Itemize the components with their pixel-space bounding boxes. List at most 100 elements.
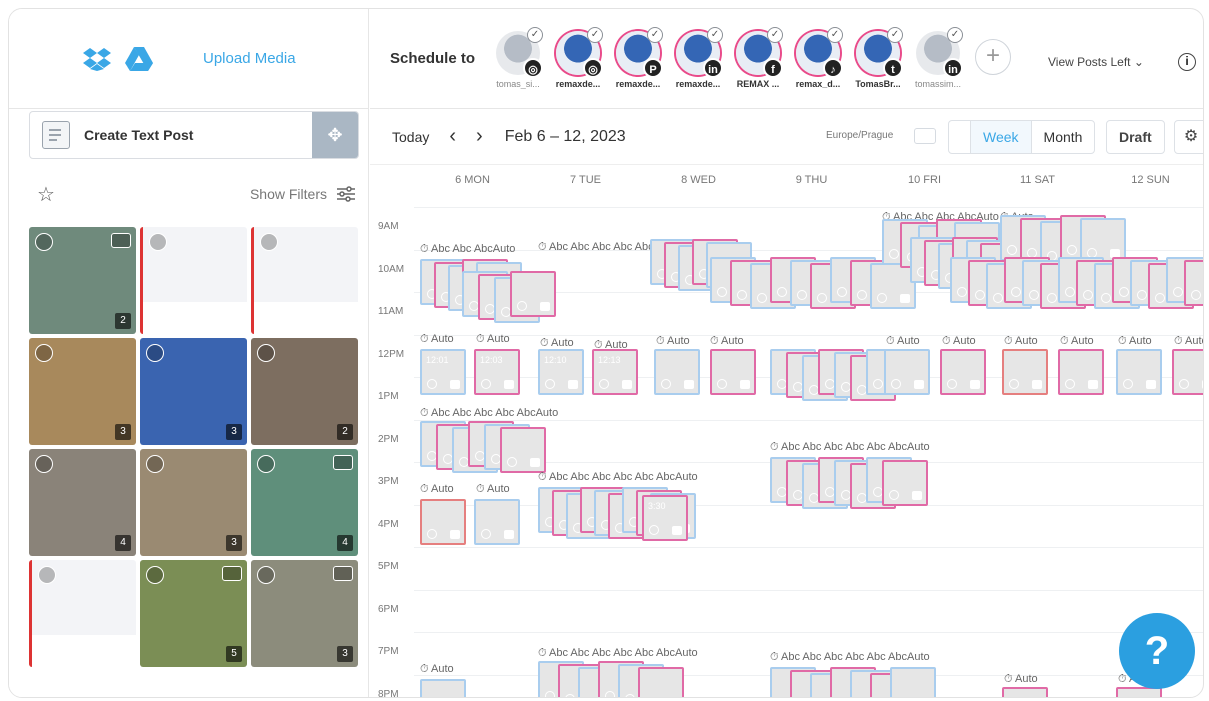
- scheduled-post-card[interactable]: [1172, 349, 1203, 395]
- media-tile[interactable]: 2: [251, 338, 358, 445]
- auto-icon: [837, 697, 847, 698]
- network-mini-icon: [540, 302, 550, 311]
- account-avatar[interactable]: ✓ in tomassim...: [910, 27, 966, 89]
- select-checkbox[interactable]: [35, 344, 53, 362]
- auto-schedule-label: ⏱ Auto: [1004, 673, 1038, 685]
- select-checkbox[interactable]: [149, 233, 167, 251]
- scheduled-post-card[interactable]: [884, 349, 930, 395]
- account-avatar[interactable]: ✓ f REMAX ...: [730, 27, 786, 89]
- hour-label: 2PM: [378, 433, 399, 445]
- draft-button[interactable]: Draft: [1106, 120, 1165, 154]
- scheduled-post-card[interactable]: [890, 667, 936, 697]
- today-button[interactable]: Today: [392, 129, 429, 145]
- create-text-post-button[interactable]: Create Text Post ✥: [29, 111, 359, 159]
- auto-icon: [427, 529, 437, 539]
- media-tile[interactable]: 3: [29, 338, 136, 445]
- auto-schedule-label: ⏱ Auto: [1004, 335, 1038, 347]
- scheduled-post-card[interactable]: 12:01: [420, 349, 466, 395]
- account-avatar[interactable]: ✓ t TomasBr...: [850, 27, 906, 89]
- favorites-star-icon[interactable]: ☆: [37, 182, 55, 207]
- usage-count: 3: [226, 535, 242, 551]
- scheduled-post-card[interactable]: [1058, 349, 1104, 395]
- hour-label: 10AM: [378, 263, 405, 275]
- hour-label: 6PM: [378, 603, 399, 615]
- account-avatar[interactable]: ✓ in remaxde...: [670, 27, 726, 89]
- scheduled-post-card[interactable]: [1116, 349, 1162, 395]
- scheduled-post-card[interactable]: [940, 349, 986, 395]
- media-tile[interactable]: [251, 227, 358, 334]
- google-drive-icon[interactable]: [125, 46, 153, 71]
- view-posts-left-label: View Posts Left: [1048, 55, 1131, 69]
- info-icon[interactable]: i: [1178, 53, 1196, 71]
- account-avatar[interactable]: ✓ Premaxde...: [610, 27, 666, 89]
- auto-schedule-label: ⏱ Abc Abc Abc Abc Abc AbcAuto: [770, 441, 930, 453]
- tab-month[interactable]: Month: [1030, 121, 1095, 153]
- dropbox-icon[interactable]: [83, 47, 111, 71]
- scheduled-post-card[interactable]: 12:03: [474, 349, 520, 395]
- add-account-button[interactable]: +: [975, 39, 1011, 75]
- select-checkbox[interactable]: [257, 344, 275, 362]
- auto-schedule-label: ⏱ Abc Abc Abc Abc AbcAuto: [420, 407, 559, 419]
- account-avatar[interactable]: ✓ ♪ remax_d...: [790, 27, 846, 89]
- auto-icon: [889, 249, 899, 259]
- scheduled-post-card[interactable]: [882, 460, 928, 506]
- prev-week-icon[interactable]: ‹: [449, 125, 456, 148]
- scheduled-post-card[interactable]: [1002, 349, 1048, 395]
- media-tile[interactable]: [140, 227, 247, 334]
- media-tile[interactable]: 3: [140, 338, 247, 445]
- check-icon: ✓: [707, 27, 723, 43]
- select-checkbox[interactable]: [257, 455, 275, 473]
- avatar: ✓ t: [856, 27, 903, 78]
- scheduled-post-card[interactable]: 3:30: [642, 495, 688, 541]
- scheduled-post-card[interactable]: [710, 349, 756, 395]
- select-checkbox[interactable]: [35, 233, 53, 251]
- auto-schedule-label: ⏱ Auto: [710, 335, 744, 347]
- upload-media-link[interactable]: Upload Media: [203, 50, 296, 67]
- scheduled-post-card[interactable]: [1002, 687, 1048, 697]
- auto-icon: [817, 293, 827, 303]
- drag-move-icon[interactable]: ✥: [312, 112, 358, 158]
- show-filters-button[interactable]: Show Filters: [250, 186, 355, 202]
- media-tile[interactable]: 2: [29, 227, 136, 334]
- view-posts-left-dropdown[interactable]: View Posts Left ⌄: [1048, 55, 1144, 69]
- media-tile[interactable]: 3: [251, 560, 358, 667]
- select-checkbox[interactable]: [35, 455, 53, 473]
- scheduled-post-card[interactable]: 12:10: [538, 349, 584, 395]
- auto-schedule-label: ⏱ Auto: [420, 663, 454, 675]
- media-tile[interactable]: [29, 560, 136, 667]
- media-tile[interactable]: 4: [29, 449, 136, 556]
- view-blank-option[interactable]: [949, 121, 971, 153]
- next-week-icon[interactable]: ›: [476, 125, 483, 148]
- auto-icon: [1065, 287, 1075, 297]
- select-checkbox[interactable]: [146, 344, 164, 362]
- scheduled-post-card[interactable]: [500, 427, 546, 473]
- network-mini-icon: [1146, 380, 1156, 389]
- usage-count: 3: [337, 646, 353, 662]
- scheduled-post-card[interactable]: [474, 499, 520, 545]
- account-avatar[interactable]: ✓ ◎ tomas_si...: [490, 27, 546, 89]
- scheduled-post-card[interactable]: [638, 667, 684, 697]
- gear-icon[interactable]: ⚙: [1174, 120, 1203, 154]
- auto-icon: [957, 287, 967, 297]
- select-checkbox[interactable]: [260, 233, 278, 251]
- media-tile[interactable]: 4: [251, 449, 358, 556]
- media-tile[interactable]: 5: [140, 560, 247, 667]
- timezone-toggle[interactable]: [914, 128, 936, 144]
- tab-week[interactable]: Week: [971, 121, 1031, 153]
- network-mini-icon: [672, 526, 682, 535]
- help-button[interactable]: ?: [1119, 613, 1195, 689]
- scheduled-post-card[interactable]: [1184, 260, 1203, 306]
- scheduled-post-card[interactable]: 12:13: [592, 349, 638, 395]
- scheduled-post-card[interactable]: [420, 499, 466, 545]
- scheduled-post-card[interactable]: [654, 349, 700, 395]
- scheduled-post-card[interactable]: [510, 271, 556, 317]
- select-checkbox[interactable]: [257, 566, 275, 584]
- account-avatar[interactable]: ✓ ◎ remaxde...: [550, 27, 606, 89]
- select-checkbox[interactable]: [38, 566, 56, 584]
- select-checkbox[interactable]: [146, 566, 164, 584]
- network-mini-icon: [914, 380, 924, 389]
- hour-gridline: [414, 547, 1203, 548]
- media-tile[interactable]: 3: [140, 449, 247, 556]
- scheduled-post-card[interactable]: [420, 679, 466, 697]
- select-checkbox[interactable]: [146, 455, 164, 473]
